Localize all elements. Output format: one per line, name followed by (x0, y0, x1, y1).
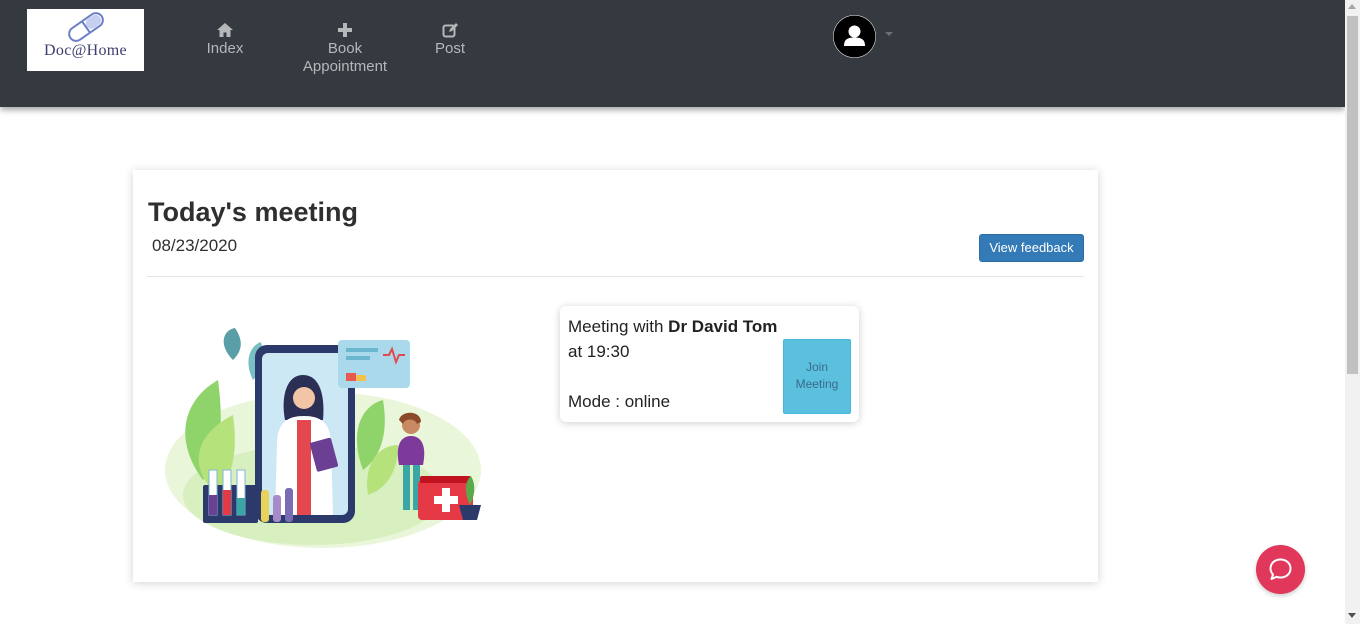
doctor-name: Dr David Tom (668, 317, 778, 336)
meeting-date: 08/23/2020 (152, 236, 238, 255)
nav-post[interactable]: Post (425, 22, 475, 58)
meeting-card: Today's meeting 08/23/2020 View feedback (133, 170, 1098, 582)
nav-index[interactable]: Index (195, 22, 255, 58)
chat-bubble-icon (1269, 558, 1292, 580)
view-feedback-button[interactable]: View feedback (979, 234, 1084, 262)
page-title: Today's meeting (148, 197, 358, 227)
scroll-up-arrow-icon[interactable] (1348, 4, 1356, 9)
nav-book-appointment-label: Book Appointment (302, 40, 388, 75)
card-divider (147, 276, 1084, 277)
meeting-with-prefix: Meeting with (568, 317, 669, 336)
home-icon (217, 23, 233, 37)
plus-icon (338, 23, 352, 37)
nav-post-label: Post (434, 40, 465, 57)
vertical-scrollbar[interactable] (1345, 0, 1360, 624)
meeting-details-box: Meeting with Dr David Tom at 19:30 Mode … (560, 306, 859, 422)
top-navbar: Doc@Home Index Book Appointment Post (0, 0, 1345, 107)
edit-icon (442, 23, 458, 38)
scroll-thumb[interactable] (1347, 16, 1358, 374)
user-avatar[interactable] (833, 15, 876, 58)
chat-button[interactable] (1256, 545, 1305, 594)
join-meeting-button[interactable]: Join Meeting (783, 339, 851, 414)
brand-logo[interactable]: Doc@Home (27, 9, 144, 71)
meeting-time: at 19:30 (568, 342, 630, 361)
user-menu-caret-icon[interactable] (885, 32, 893, 36)
logo-text: Doc@Home (44, 42, 127, 59)
nav-index-label: Index (206, 40, 244, 57)
scroll-down-arrow-icon[interactable] (1348, 613, 1356, 618)
meeting-mode: Mode : online (568, 392, 671, 411)
telemedicine-illustration (165, 328, 481, 548)
nav-book-appointment[interactable]: Book Appointment (295, 22, 395, 76)
user-avatar-icon (833, 15, 876, 58)
pill-logo-icon (68, 12, 104, 42)
meeting-with-line: Meeting with Dr David Tom (568, 317, 777, 337)
